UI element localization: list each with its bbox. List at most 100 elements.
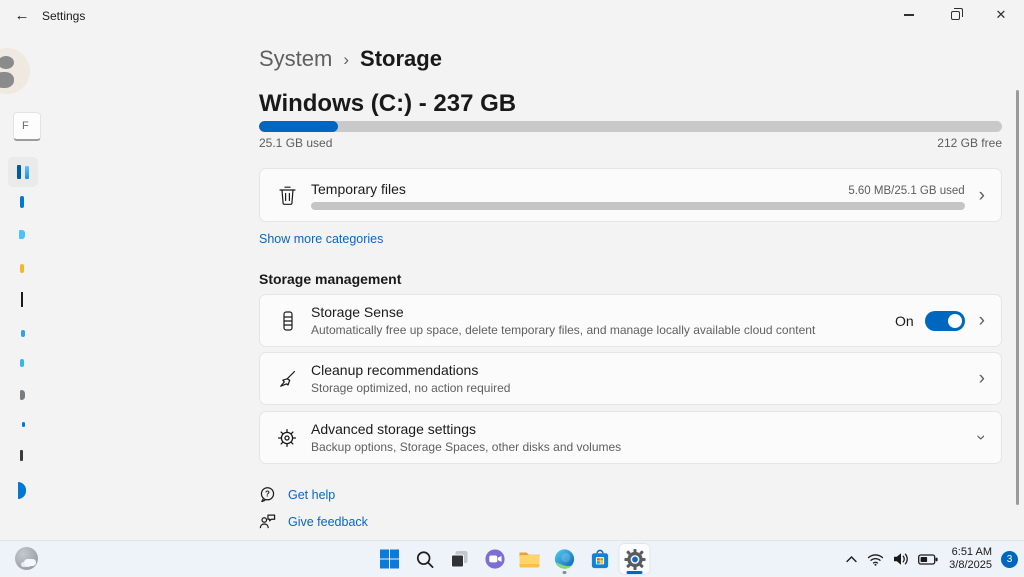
chat-icon (483, 548, 506, 571)
file-explorer-icon (519, 550, 541, 569)
file-explorer-button[interactable] (515, 544, 545, 574)
temporary-files-title: Temporary files (311, 181, 406, 197)
advanced-storage-settings-card[interactable]: Advanced storage settings Backup options… (259, 411, 1002, 464)
chevron-right-icon: › (979, 311, 985, 330)
search-button[interactable] (410, 544, 440, 574)
window-title: Settings (42, 9, 85, 23)
task-view-button[interactable] (445, 544, 475, 574)
svg-text:?: ? (265, 489, 270, 498)
storage-sense-card[interactable]: Storage Sense Automatically free up spac… (259, 294, 1002, 347)
storage-sense-toggle[interactable] (925, 311, 965, 331)
scrollbar[interactable] (1016, 90, 1019, 505)
get-help-link[interactable]: Get help (288, 488, 335, 502)
search-input[interactable]: F (13, 112, 41, 141)
taskbar-center (375, 541, 650, 577)
wifi-button[interactable] (865, 551, 886, 568)
edge-icon (554, 548, 576, 570)
sidebar-item-icon[interactable] (19, 230, 25, 239)
drive-usage-labels: 25.1 GB used 212 GB free (259, 136, 1002, 150)
sidebar-item-icon[interactable] (20, 390, 25, 400)
advanced-storage-description: Backup options, Storage Spaces, other di… (311, 440, 965, 454)
minimize-button[interactable] (886, 0, 932, 30)
window-controls: ✕ (886, 0, 1024, 30)
settings-button[interactable] (620, 544, 650, 574)
used-label: 25.1 GB used (259, 136, 332, 150)
sidebar: F (0, 30, 42, 540)
cleanup-description: Storage optimized, no action required (311, 381, 965, 395)
microsoft-store-icon (589, 548, 610, 571)
sidebar-item-icon[interactable] (20, 196, 24, 208)
restore-button[interactable] (932, 0, 978, 30)
active-indicator (627, 571, 643, 574)
chevron-down-icon: › (974, 435, 991, 441)
edge-button[interactable] (550, 544, 580, 574)
user-avatar[interactable] (0, 48, 30, 94)
help-icon: ? (259, 486, 277, 503)
sidebar-item-icon[interactable] (18, 482, 26, 499)
breadcrumb-system[interactable]: System (259, 46, 332, 72)
give-feedback-link[interactable]: Give feedback (288, 515, 368, 529)
storage-management-heading: Storage management (259, 271, 401, 287)
give-feedback-row[interactable]: Give feedback (259, 513, 368, 530)
taskbar: 6:51 AM 3/8/2025 3 (0, 540, 1024, 576)
volume-button[interactable] (891, 550, 911, 568)
chevron-up-icon (845, 555, 858, 564)
sidebar-item-icon[interactable] (22, 422, 25, 427)
temporary-files-card[interactable]: Temporary files 5.60 MB/25.1 GB used › (259, 168, 1002, 222)
start-button[interactable] (375, 544, 405, 574)
cleanup-title: Cleanup recommendations (311, 362, 965, 378)
notification-badge[interactable]: 3 (1001, 551, 1018, 568)
temporary-files-usage: 5.60 MB/25.1 GB used (848, 185, 964, 197)
clock[interactable]: 6:51 AM 3/8/2025 (949, 546, 992, 572)
tray-overflow-button[interactable] (843, 553, 860, 566)
show-more-categories-link[interactable]: Show more categories (259, 232, 383, 246)
drive-usage-fill (259, 121, 338, 132)
toggle-knob (948, 314, 962, 328)
breadcrumb-separator-icon: › (343, 50, 349, 70)
storage-page: System › Storage Windows (C:) - 237 GB 2… (42, 30, 1024, 540)
settings-gear-icon (623, 548, 646, 571)
volume-icon (893, 552, 909, 566)
chevron-right-icon: › (979, 369, 985, 388)
storage-sense-toggle-state: On (895, 313, 914, 329)
battery-button[interactable] (916, 552, 940, 567)
sidebar-item-icon[interactable] (20, 264, 24, 273)
feedback-icon (259, 513, 277, 530)
drive-usage-bar (259, 121, 1002, 132)
sidebar-item-icon[interactable] (20, 359, 24, 367)
get-help-row[interactable]: ? Get help (259, 486, 335, 503)
sidebar-item-system-selected[interactable] (8, 157, 38, 187)
widgets-weather-button[interactable] (10, 544, 44, 574)
system-icon (17, 165, 21, 179)
trash-icon (276, 186, 298, 205)
tray-time: 6:51 AM (949, 546, 992, 559)
storage-sense-icon (276, 311, 298, 331)
tray-date: 3/8/2025 (949, 559, 992, 572)
chevron-right-icon: › (979, 186, 985, 205)
settings-window: ← Settings ✕ F System › Storage (0, 0, 1024, 540)
temporary-files-bar (311, 202, 965, 210)
search-icon (415, 550, 434, 569)
drive-title: Windows (C:) - 237 GB (259, 90, 516, 118)
wifi-icon (867, 553, 884, 566)
microsoft-store-button[interactable] (585, 544, 615, 574)
cleanup-recommendations-card[interactable]: Cleanup recommendations Storage optimize… (259, 352, 1002, 405)
sidebar-item-icon[interactable] (20, 450, 23, 461)
breadcrumb: System › Storage (259, 46, 442, 72)
battery-icon (918, 554, 938, 565)
back-button[interactable]: ← (8, 3, 36, 27)
minimize-icon (904, 14, 914, 15)
close-icon: ✕ (996, 7, 1007, 23)
storage-sense-title: Storage Sense (311, 304, 881, 320)
chat-button[interactable] (480, 544, 510, 574)
sidebar-item-icon[interactable] (21, 292, 23, 307)
running-indicator (563, 571, 567, 574)
close-button[interactable]: ✕ (978, 0, 1024, 30)
windows-logo-icon (380, 549, 400, 569)
sidebar-item-icon[interactable] (21, 330, 25, 337)
system-icon-part (25, 166, 29, 179)
weather-icon (15, 547, 38, 570)
broom-icon (276, 369, 298, 389)
system-tray: 6:51 AM 3/8/2025 3 (843, 541, 1018, 577)
title-bar: ← Settings ✕ (0, 0, 1024, 30)
